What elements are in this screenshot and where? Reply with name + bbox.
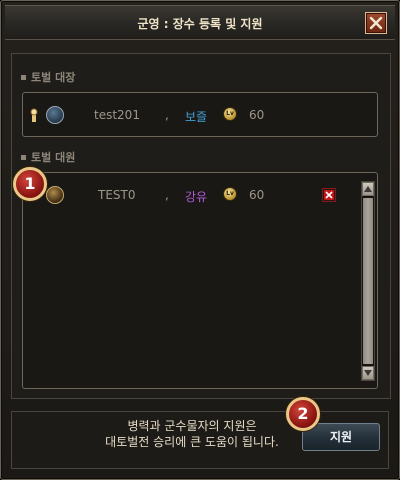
member-separator: , [165, 188, 169, 202]
info-line-2: 대토벌전 승리에 큰 도움이 됩니다. [105, 435, 279, 449]
members-section-title: 토벌 대원 [21, 149, 75, 165]
leader-name: test201 [94, 108, 140, 122]
leader-level: 60 [249, 108, 265, 122]
scroll-thumb[interactable] [363, 198, 373, 364]
leader-portrait-icon [46, 106, 64, 124]
badge-two: 2 [286, 397, 320, 431]
bullet-icon [21, 74, 26, 80]
close-icon [369, 16, 383, 30]
scroll-up-button[interactable] [362, 182, 374, 196]
trophy-icon [30, 108, 38, 122]
window-title: 군영 : 장수 등록 및 지원 [137, 17, 263, 31]
close-button[interactable] [365, 12, 387, 34]
dialog-window: 군영 : 장수 등록 및 지원 토벌 대장 test201 , 보즐 Lv 60… [0, 0, 400, 480]
info-line-1: 병력과 군수물자의 지원은 [127, 419, 257, 433]
scroll-up-icon [364, 186, 372, 192]
support-info-text: 병력과 군수물자의 지원은 대토벌전 승리에 큰 도움이 됩니다. [82, 418, 302, 450]
remove-member-button[interactable] [322, 188, 336, 202]
remove-icon [324, 190, 334, 200]
bottom-panel: 병력과 군수물자의 지원은 대토벌전 승리에 큰 도움이 됩니다. 지원 [11, 411, 389, 469]
badge-one: 1 [13, 167, 47, 201]
member-level: 60 [249, 188, 265, 202]
scroll-down-icon [364, 370, 372, 376]
member-portrait-icon [46, 186, 64, 204]
member-name: TEST0 [98, 188, 136, 202]
level-icon: Lv [223, 107, 237, 121]
level-icon: Lv [223, 187, 237, 201]
leader-class: 보즐 [185, 110, 208, 124]
leader-section-title: 토벌 대장 [21, 69, 75, 85]
bullet-icon [21, 154, 26, 160]
member-class: 강유 [185, 190, 208, 204]
scroll-down-button[interactable] [362, 366, 374, 380]
leader-separator: , [165, 108, 169, 122]
title-bar: 군영 : 장수 등록 및 지원 [5, 5, 395, 40]
scrollbar[interactable] [361, 181, 375, 381]
